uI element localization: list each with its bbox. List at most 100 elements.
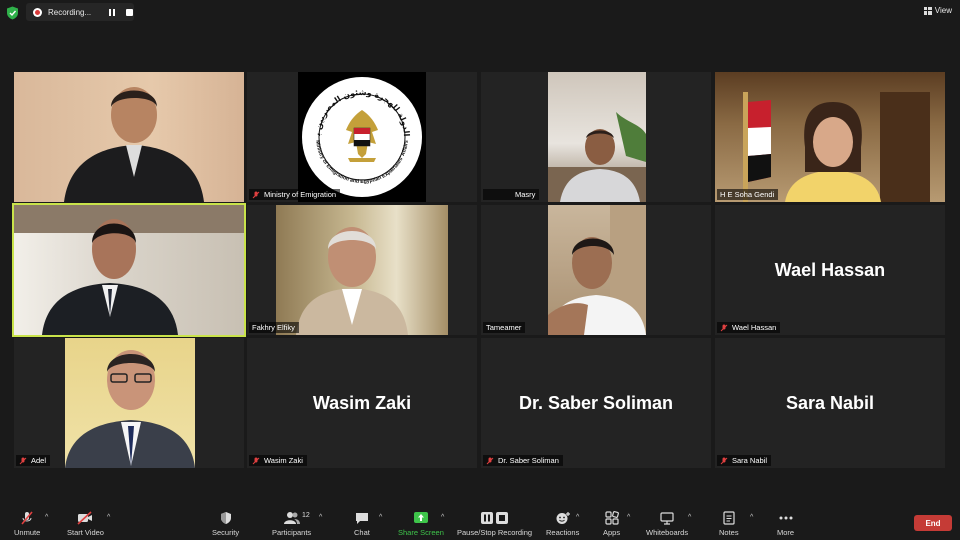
start-video-button[interactable]: Start Video [67,511,104,537]
participant-silhouette [64,87,204,202]
video-tile[interactable]: وزارة الدولة للهجرة وشئون المصريين بالخا… [247,72,477,202]
whiteboard-icon [660,512,674,525]
ministry-emblem-icon: وزارة الدولة للهجرة وشئون المصريين بالخا… [298,72,422,197]
unmute-button[interactable]: Unmute [14,511,40,537]
pause-recording-button[interactable] [106,6,118,18]
emoji-reaction-icon [556,512,570,524]
participant-name: Dr. Saber Soliman [498,456,559,465]
whiteboards-label: Whiteboards [646,528,689,537]
shield-check-icon[interactable] [6,6,19,20]
participant-video [65,338,195,468]
participant-display-name: Wael Hassan [774,259,886,280]
pause-stop-recording-button[interactable]: Pause/Stop Recording [457,511,532,537]
apps-label: Apps [603,528,621,537]
participant-name-tag: Tameamer [483,322,526,333]
notes-button[interactable]: Notes [719,511,739,537]
audio-options-caret[interactable]: ^ [45,514,48,521]
more-label: More [777,528,795,537]
share-screen-icon [413,512,428,523]
chat-button[interactable]: Chat [354,511,370,537]
participant-name-tag: Wael Hassan [717,322,781,333]
notes-options-caret[interactable]: ^ [750,514,753,521]
participants-label: Participants [272,528,312,537]
more-dots-icon [779,516,793,520]
participant-name: Wasim Zaki [264,456,303,465]
apps-icon [604,511,619,525]
participant-silhouette [548,112,646,202]
mic-muted-icon [486,457,494,464]
security-label: Security [212,528,240,537]
mic-muted-icon [252,457,260,464]
participant-video [14,205,244,335]
reactions-label: Reactions [546,528,580,537]
whiteboards-options-caret[interactable]: ^ [688,514,691,521]
video-tile[interactable]: Sara Nabil Sara Nabil [715,338,945,468]
participant-name-tag: Masry [483,189,540,200]
participant-display-name: Dr. Saber Soliman [518,392,674,413]
video-tile[interactable]: Fakhry Elfiky [247,205,477,335]
participant-video [715,72,945,202]
notes-label: Notes [719,528,739,537]
apps-button[interactable]: Apps [603,511,620,537]
video-tile[interactable]: Tameamer [481,205,711,335]
participant-name-tag: Sara Nabil [717,455,772,466]
video-options-caret[interactable]: ^ [107,514,110,521]
recording-indicator: Recording... [26,3,134,21]
participant-name: H E Soha Gendi [720,190,775,199]
chat-bubble-icon [355,513,368,524]
chat-options-caret[interactable]: ^ [379,514,382,521]
pause-stop-icon [480,512,508,524]
share-screen-button[interactable]: Share Screen [398,511,444,537]
end-meeting-button[interactable]: End [914,515,952,531]
security-shield-icon [220,512,231,524]
participants-count: 12 [302,512,310,519]
share-options-caret[interactable]: ^ [441,514,444,521]
video-tile[interactable]: Dr. Saber Soliman Dr. Saber Soliman [481,338,711,468]
participants-options-caret[interactable]: ^ [319,514,322,521]
participant-silhouette [296,227,408,335]
ministry-logo-video: وزارة الدولة للهجرة وشئون المصريين بالخا… [298,72,426,202]
participant-name: Sara Nabil [732,456,768,465]
participant-name-tag: Wasim Zaki [249,455,307,466]
video-tile[interactable]: Wael Hassan Wael Hassan [715,205,945,335]
apps-options-caret[interactable]: ^ [627,514,630,521]
video-off-icon [77,511,93,525]
participant-display-name: Wasim Zaki [312,392,412,413]
record-dot-icon [33,7,42,17]
security-button[interactable]: Security [212,511,239,537]
participant-name: Ministry of Emigration [264,190,337,199]
more-button[interactable]: More [777,511,794,537]
participant-name-tag: Fakhry Elfiky [249,322,299,333]
video-tile[interactable]: Masry [481,72,711,202]
participant-silhouette [65,350,195,468]
participant-display-name: Sara Nabil [785,392,875,413]
stop-recording-button[interactable] [126,8,133,16]
participant-video [548,205,646,335]
meeting-toolbar: Unmute ^ Start Video ^ Security Particip… [0,505,960,540]
video-tile[interactable]: Wasim Zaki Wasim Zaki [247,338,477,468]
recording-button-label: Pause/Stop Recording [457,528,533,537]
reactions-options-caret[interactable]: ^ [576,514,579,521]
reactions-button[interactable]: Reactions [546,511,579,537]
participant-name-tag: Dr. Saber Soliman [483,455,563,466]
mic-muted-icon [720,457,728,464]
participant-name: Wael Hassan [732,323,777,332]
recording-label: Recording... [48,7,92,17]
video-tile[interactable]: H E Soha Gendi [715,72,945,202]
participant-name-tag: Adel [16,455,51,466]
active-speaker-tile[interactable] [12,203,246,337]
participant-silhouette [14,205,244,335]
participant-name-tag: Ministry of Emigration [249,189,341,200]
view-button[interactable]: View [923,6,952,15]
mic-muted-icon [21,511,33,525]
participant-name: Tameamer [486,323,522,332]
participant-name: Adel [31,456,47,465]
mic-muted-icon [252,191,260,198]
whiteboards-button[interactable]: Whiteboards [646,511,688,537]
participant-video [14,72,244,202]
participants-icon [283,512,300,524]
mic-muted-icon [720,324,728,331]
video-tile[interactable] [14,72,244,202]
video-tile[interactable]: Adel [14,338,244,468]
participant-name: Fakhry Elfiky [252,323,295,332]
